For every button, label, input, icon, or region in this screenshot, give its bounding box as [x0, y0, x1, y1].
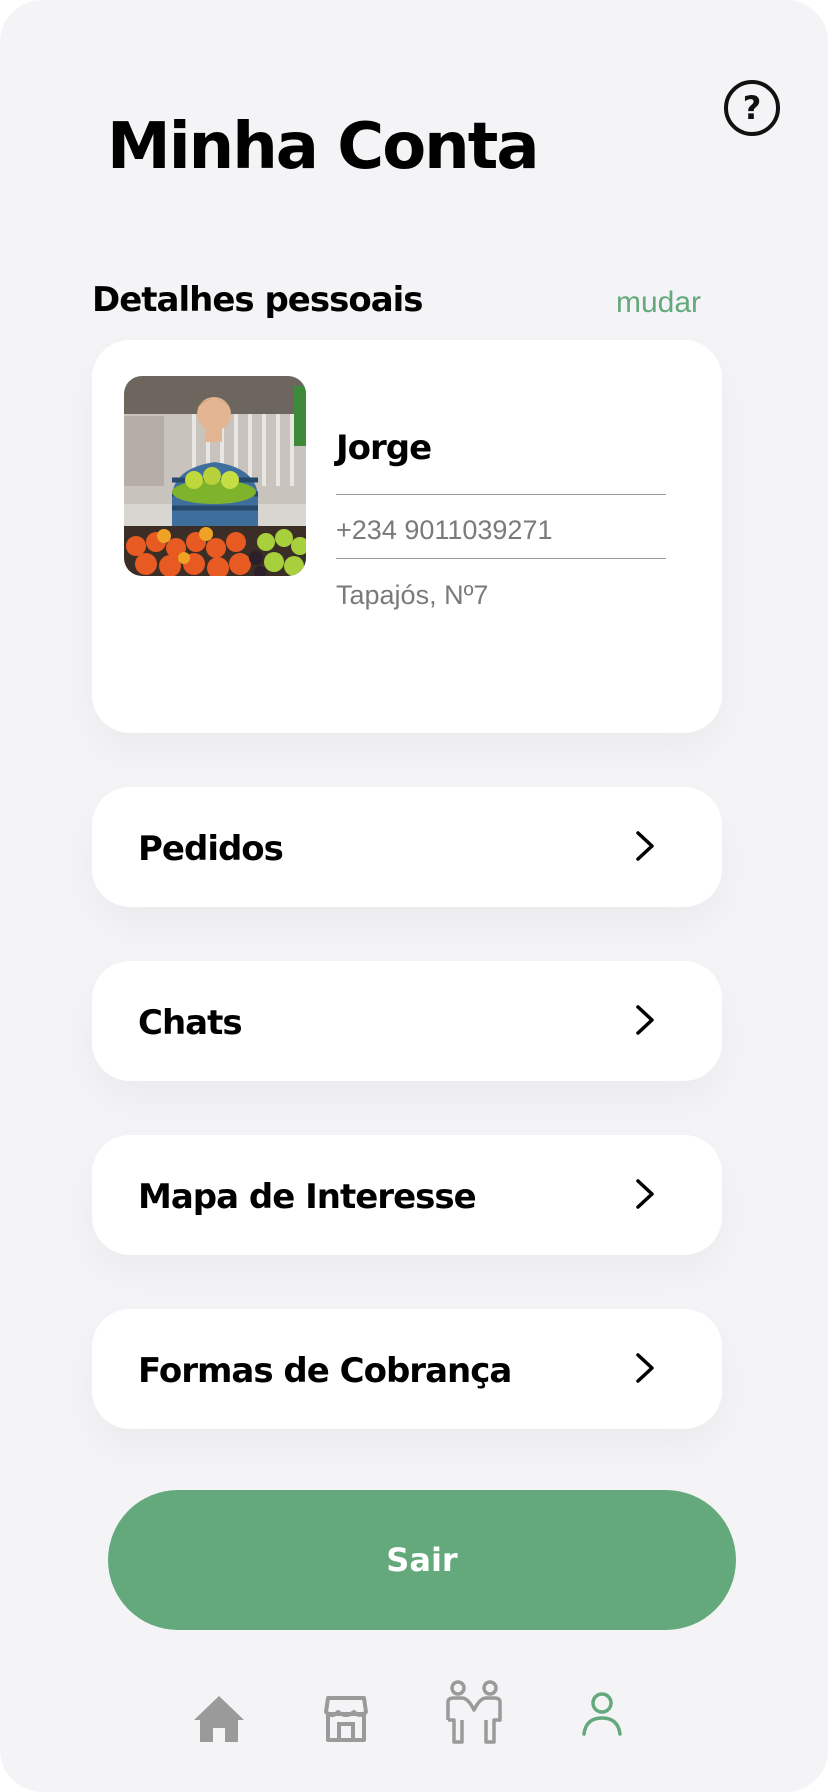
personal-details-title: Detalhes pessoais [92, 280, 424, 320]
profile-phone: +234 9011039271 [336, 515, 553, 545]
divider [336, 494, 666, 495]
logout-button[interactable]: Sair [108, 1490, 736, 1630]
profile-address: Tapajós, Nº7 [336, 580, 489, 610]
chevron-right-icon [636, 1179, 654, 1209]
page-title: Minha Conta [107, 110, 539, 184]
chevron-right-icon [636, 831, 654, 861]
menu-item-pedidos[interactable]: Pedidos [92, 787, 722, 907]
profile-card: Jorge +234 9011039271 Tapajós, Nº7 [92, 340, 722, 733]
menu-item-chats[interactable]: Chats [92, 961, 722, 1081]
user-icon[interactable] [582, 1692, 622, 1741]
home-icon[interactable] [192, 1692, 246, 1751]
menu-item-label: Pedidos [138, 829, 284, 869]
avatar [124, 376, 306, 576]
chevron-right-icon [636, 1353, 654, 1383]
menu-item-label: Formas de Cobrança [138, 1351, 512, 1391]
logout-label: Sair [386, 1541, 458, 1579]
people-icon[interactable] [444, 1680, 504, 1749]
help-button[interactable]: ? [724, 80, 780, 136]
divider [336, 558, 666, 559]
profile-name: Jorge [336, 428, 432, 468]
chevron-right-icon [636, 1005, 654, 1035]
menu-item-formas-de-cobranca[interactable]: Formas de Cobrança [92, 1309, 722, 1429]
help-icon: ? [742, 89, 762, 127]
bottom-nav [0, 1680, 828, 1770]
menu-item-label: Mapa de Interesse [138, 1177, 477, 1217]
store-icon[interactable] [324, 1692, 368, 1749]
change-details-link[interactable]: mudar [616, 286, 701, 320]
menu-item-label: Chats [138, 1003, 243, 1043]
menu-item-mapa-de-interesse[interactable]: Mapa de Interesse [92, 1135, 722, 1255]
account-screen: ? Minha Conta Detalhes pessoais mudar Jo… [0, 0, 828, 1792]
